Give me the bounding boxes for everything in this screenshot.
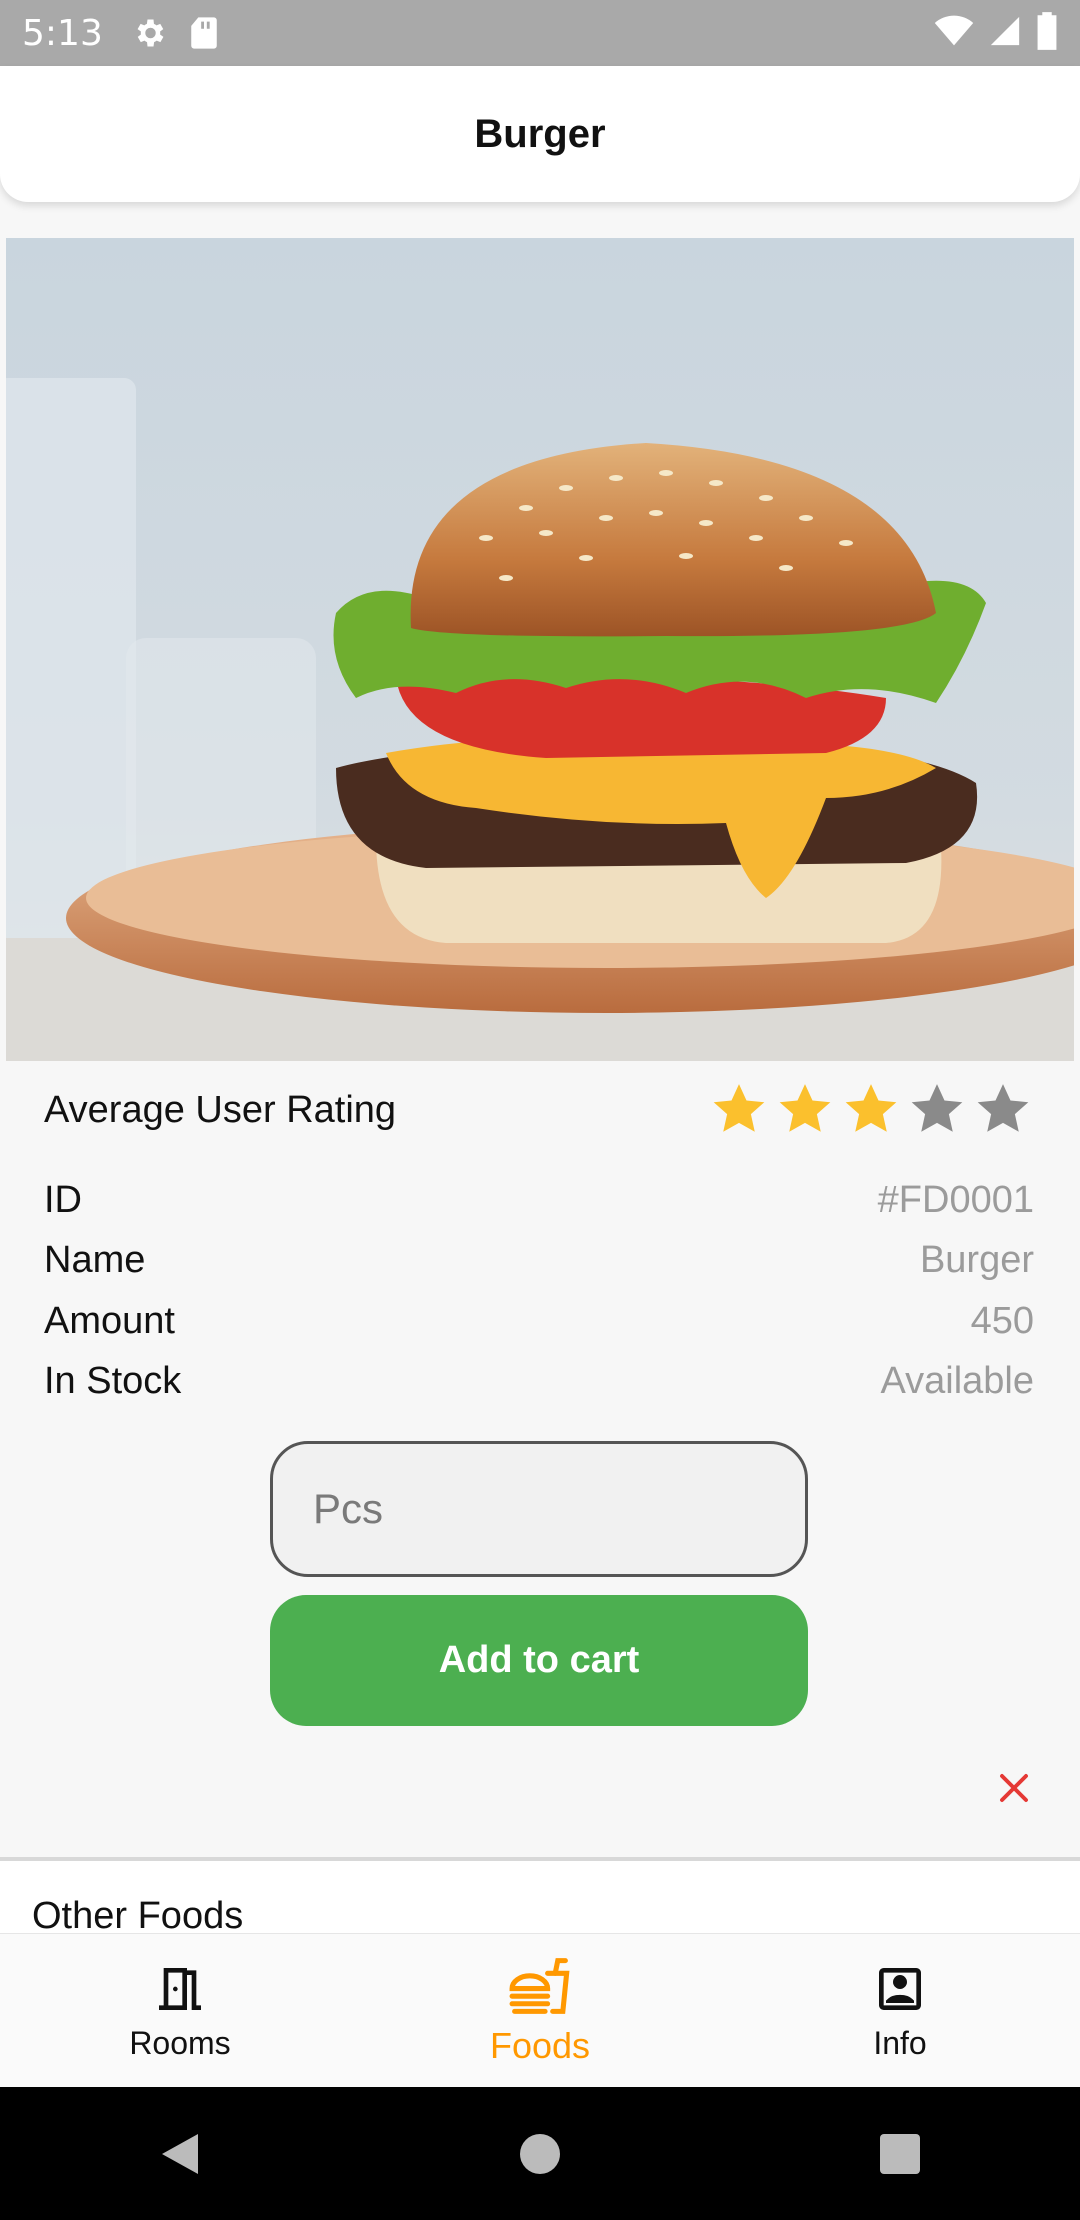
stock-label: In Stock [44,1359,182,1402]
add-to-cart-button[interactable]: Add to cart [270,1595,808,1726]
door-icon [159,1967,201,2010]
amount-value: 450 [970,1299,1034,1342]
status-bar: 5:13 [0,0,1080,66]
id-row: ID #FD0001 [44,1170,1034,1230]
wifi-icon [934,15,974,52]
id-label: ID [44,1178,82,1221]
status-indicators [934,11,1058,55]
system-navigation-bar [0,2087,1080,2220]
other-foods-title: Other Foods [32,1895,244,1937]
fastfood-icon [509,1958,570,2014]
nav-label-info: Info [873,2024,927,2061]
app-bar: Burger [0,66,1080,202]
nav-item-info[interactable]: Info [720,1934,1080,2088]
close-icon[interactable] [996,1770,1032,1806]
page-title: Burger [474,111,606,156]
star-icon [779,1084,831,1132]
nav-label-foods: Foods [489,2025,591,2066]
recents-icon[interactable] [878,2132,922,2176]
sd-card-icon [189,16,219,50]
name-value: Burger [919,1238,1034,1281]
name-row: Name Burger [44,1230,1034,1290]
name-label: Name [44,1238,146,1281]
stock-row: In Stock Available [44,1351,1034,1411]
home-icon[interactable] [518,2132,562,2176]
nav-label-rooms: Rooms [129,2024,231,2061]
id-value: #FD0001 [877,1178,1034,1221]
battery-icon [1036,11,1058,55]
amount-label: Amount [44,1299,175,1342]
signal-icon [988,14,1022,53]
star-empty-icon [911,1084,963,1132]
rating-row: Average User Rating [44,1080,1034,1140]
back-icon[interactable] [158,2130,202,2178]
stock-value: Available [880,1359,1034,1402]
quantity-input[interactable] [270,1441,808,1577]
food-image [6,238,1074,1061]
bottom-navigation: Rooms Foods Info [0,1933,1080,2088]
star-icon [713,1084,765,1132]
star-icon [845,1084,897,1132]
nav-item-foods[interactable]: Foods [360,1934,720,2088]
status-time: 5:13 [22,12,103,54]
star-empty-icon [977,1084,1029,1132]
rating-label: Average User Rating [44,1088,397,1131]
settings-icon [131,15,167,51]
amount-row: Amount 450 [44,1291,1034,1351]
nav-item-rooms[interactable]: Rooms [0,1934,360,2088]
contact-card-icon [879,1967,921,2010]
rating-stars [708,1079,1034,1141]
